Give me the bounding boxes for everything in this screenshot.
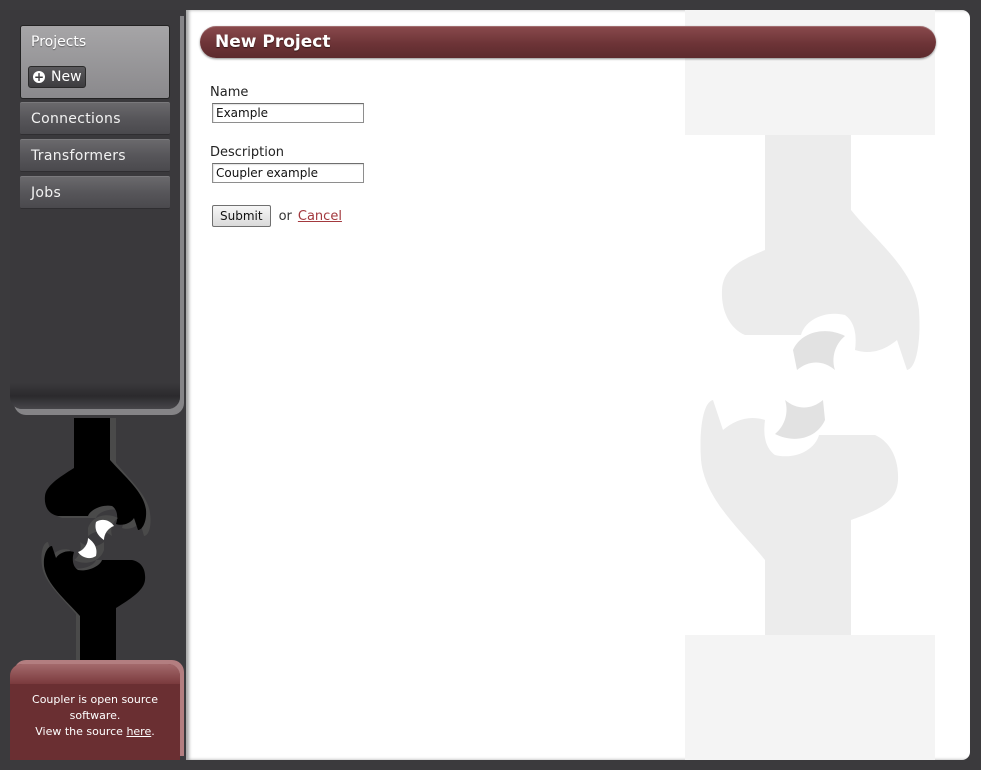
name-input[interactable]: [212, 103, 364, 123]
sidebar-item-label: Transformers: [31, 148, 126, 164]
footer-text: Coupler is open source software. View th…: [20, 692, 170, 740]
or-text: or: [278, 208, 292, 224]
page-title-bar: New Project: [200, 26, 936, 58]
name-label: Name: [210, 85, 249, 100]
page-title: New Project: [215, 32, 331, 52]
description-label: Description: [210, 145, 285, 160]
footer-line-1: Coupler is open source software.: [32, 693, 158, 722]
name-field-group: Name: [210, 85, 610, 123]
new-button-label: New: [51, 69, 82, 85]
sidebar-item-label: Connections: [31, 111, 121, 127]
sidebar-item-connections[interactable]: Connections: [20, 102, 170, 135]
footer-rim: [10, 664, 180, 684]
footer-line-2-prefix: View the source: [35, 725, 127, 738]
sidebar-item-label: Jobs: [31, 185, 62, 201]
sidebar-rim: [10, 383, 180, 409]
submit-button[interactable]: Submit: [212, 205, 271, 227]
sidebar-item-transformers[interactable]: Transformers: [20, 139, 170, 172]
coupler-logo: [41, 418, 151, 660]
plus-circle-icon: +: [33, 70, 45, 84]
coupler-logo-watermark: [685, 10, 935, 760]
source-link[interactable]: here: [126, 725, 151, 738]
footer-box: Coupler is open source software. View th…: [10, 664, 180, 760]
sidebar-item-jobs[interactable]: Jobs: [20, 176, 170, 209]
cancel-link[interactable]: Cancel: [298, 209, 342, 224]
projects-label: Projects: [31, 34, 87, 50]
form-actions: Submit or Cancel: [212, 205, 610, 227]
sidebar-item-projects[interactable]: Projects + New: [20, 25, 170, 99]
description-field-group: Description: [210, 145, 610, 183]
description-input[interactable]: [212, 163, 364, 183]
main-content: New Project Name Description Submit or C…: [186, 10, 970, 760]
new-project-form: Name Description Submit or Cancel: [210, 85, 610, 227]
sidebar: Projects + New Connections Transformers …: [10, 10, 180, 409]
footer-line-2-suffix: .: [151, 725, 155, 738]
new-project-button[interactable]: + New: [28, 66, 86, 88]
